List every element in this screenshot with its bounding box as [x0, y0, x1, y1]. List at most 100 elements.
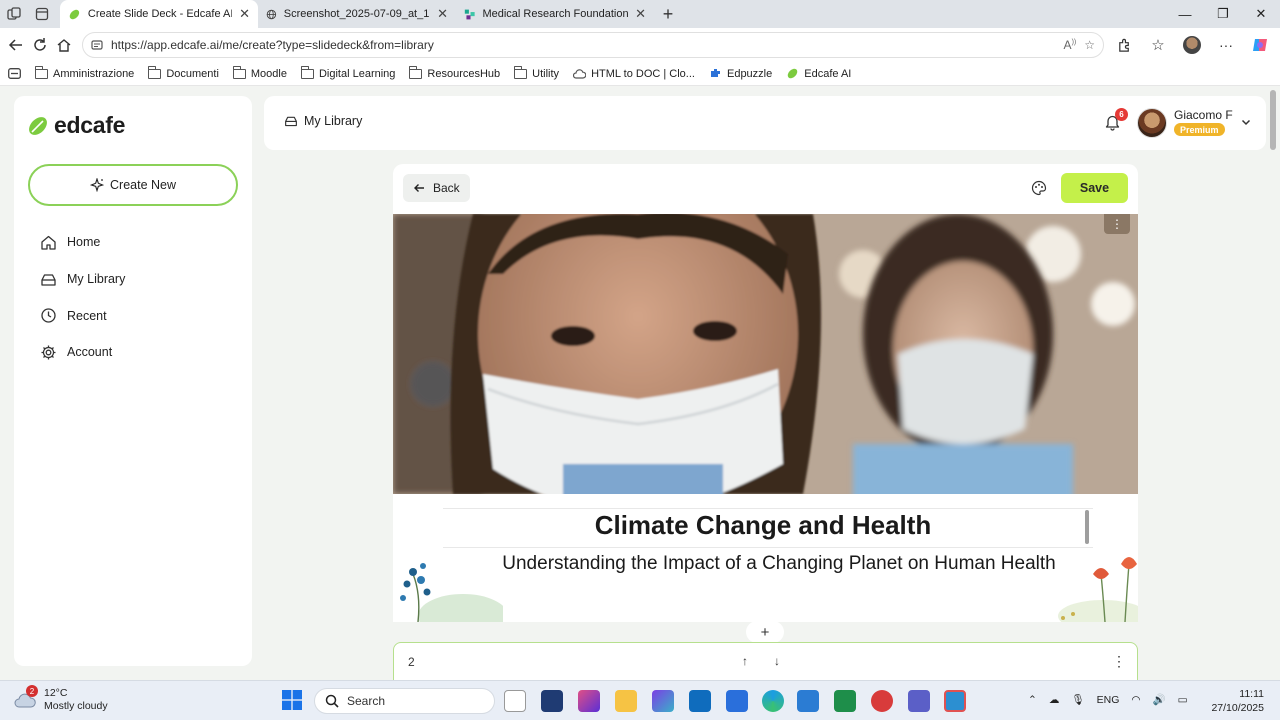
language-indicator[interactable]: ENG	[1097, 694, 1120, 706]
close-tab-icon[interactable]: ✕	[437, 6, 448, 22]
sidebar-item-home[interactable]: Home	[40, 224, 125, 261]
bookmark-resourceshub[interactable]: ResourcesHub	[409, 65, 500, 80]
windows-start-icon[interactable]	[282, 690, 302, 710]
reading-list-icon[interactable]	[8, 68, 21, 79]
edcafe-favicon-icon	[69, 9, 80, 19]
sidebar-item-account[interactable]: Account	[40, 334, 125, 371]
refresh-icon[interactable]	[28, 30, 52, 60]
url-field[interactable]: https://app.edcafe.ai/me/create?type=sli…	[82, 32, 1104, 58]
active-app-icon[interactable]	[944, 690, 966, 712]
title-box-border	[443, 508, 1093, 509]
close-tab-icon[interactable]: ✕	[635, 6, 646, 22]
site-info-icon[interactable]	[91, 39, 103, 51]
copilot-icon[interactable]	[1244, 30, 1276, 60]
copilot-app-icon[interactable]	[578, 690, 600, 712]
excel-icon[interactable]	[834, 690, 856, 712]
close-tab-icon[interactable]: ✕	[239, 6, 250, 22]
user-avatar[interactable]	[1137, 108, 1167, 138]
profile-avatar-icon[interactable]	[1176, 30, 1208, 60]
edpuzzle-icon	[710, 69, 720, 77]
bookmark-html-to-doc[interactable]: HTML to DOC | Clo...	[573, 68, 695, 80]
wifi-icon[interactable]: ◠	[1131, 694, 1140, 706]
new-tab-icon[interactable]: +	[654, 0, 682, 28]
create-new-button[interactable]: Create New	[28, 164, 238, 206]
bookmark-label: Digital Learning	[318, 67, 396, 80]
teams-settings-icon[interactable]	[726, 690, 748, 712]
workspaces-icon[interactable]	[0, 0, 28, 28]
slide-options-icon[interactable]: ⋮	[1104, 214, 1130, 234]
outlook-icon[interactable]	[689, 690, 711, 712]
onedrive-icon[interactable]: ☁	[1049, 694, 1060, 706]
weather-widget[interactable]: 2 12°C Mostly cloudy	[14, 685, 108, 713]
sidebar-item-label: My Library	[67, 272, 126, 287]
slide-1[interactable]: ⋮ Climate Change and Health Understandin…	[393, 214, 1138, 622]
bookmarks-bar: Amministrazione Documenti Moodle Digital…	[0, 62, 1280, 86]
favorites-icon[interactable]: ☆	[1142, 30, 1174, 60]
move-up-icon[interactable]: ↑	[742, 654, 748, 668]
slide-title[interactable]: Climate Change and Health	[393, 510, 1133, 541]
sidebar-item-label: Recent	[67, 308, 107, 323]
search-placeholder: Search	[347, 694, 386, 708]
breadcrumb[interactable]: My Library	[284, 114, 362, 128]
tab-create-slide-deck[interactable]: Create Slide Deck - Edcafe AI ✕	[60, 0, 258, 28]
sidebar-item-recent[interactable]: Recent	[40, 297, 125, 334]
tab-screenshot[interactable]: Screenshot_2025-07-09_at_17.18.4 ✕	[258, 0, 456, 28]
tab-medical-research[interactable]: Medical Research Foundation | Cl ✕	[456, 0, 654, 28]
battery-icon[interactable]: ▭	[1178, 694, 1188, 706]
taskbar-search[interactable]: Search	[314, 688, 495, 714]
acrobat-icon[interactable]	[871, 690, 893, 712]
top-header: My Library 6 Giacomo F Premium	[264, 96, 1266, 150]
file-explorer-icon[interactable]	[615, 690, 637, 712]
minimize-icon[interactable]: —	[1166, 0, 1204, 28]
edcafe-logo[interactable]: edcafe	[26, 112, 125, 139]
chevron-up-icon[interactable]: ⌃	[1028, 694, 1037, 706]
back-button[interactable]: Back	[403, 174, 470, 202]
favorite-star-icon[interactable]: ☆	[1084, 38, 1095, 52]
slide-2[interactable]: 2 ↑ ↓ ⋮	[393, 642, 1138, 682]
bookmark-utility[interactable]: Utility	[514, 65, 559, 80]
teams-icon[interactable]	[908, 690, 930, 712]
back-nav-icon[interactable]	[4, 30, 28, 60]
bookmark-moodle[interactable]: Moodle	[232, 65, 287, 80]
add-slide-icon[interactable]: +	[746, 621, 784, 643]
slide-subtitle[interactable]: Understanding the Impact of a Changing P…	[393, 553, 1138, 575]
tab-title: Screenshot_2025-07-09_at_17.18.4	[283, 8, 430, 20]
editor-toolbar: Back Save	[393, 164, 1138, 214]
palette-icon[interactable]	[1031, 180, 1047, 196]
bookmark-label: Edpuzzle	[726, 67, 773, 80]
bookmark-digital-learning[interactable]: Digital Learning	[300, 65, 396, 80]
children-with-masks-photo	[393, 214, 1138, 494]
extensions-icon[interactable]	[1108, 30, 1140, 60]
bookmark-amministrazione[interactable]: Amministrazione	[35, 65, 134, 80]
sparkle-icon	[90, 178, 104, 192]
read-aloud-icon[interactable]: A))	[1064, 38, 1077, 52]
more-menu-icon[interactable]: ···	[1210, 30, 1242, 60]
home-nav-icon[interactable]	[52, 30, 76, 60]
task-view-icon[interactable]	[504, 690, 526, 712]
tab-actions-icon[interactable]	[28, 0, 56, 28]
save-button[interactable]: Save	[1061, 173, 1128, 203]
move-down-icon[interactable]: ↓	[774, 654, 780, 668]
bookmark-edpuzzle[interactable]: Edpuzzle	[709, 67, 772, 80]
maximize-icon[interactable]: ❐	[1204, 0, 1242, 28]
word-icon[interactable]	[797, 690, 819, 712]
bookmark-documenti[interactable]: Documenti	[148, 65, 219, 80]
slide-options-icon[interactable]: ⋮	[1112, 653, 1126, 670]
text-box-resize-handle[interactable]	[1085, 510, 1089, 544]
sidebar-item-label: Account	[67, 345, 113, 360]
microphone-icon[interactable]: 🎙	[1071, 693, 1084, 706]
windows-taskbar: 2 12°C Mostly cloudy Search ⌃ ☁ 🎙 ENG ◠ …	[0, 680, 1280, 720]
store-app-icon[interactable]	[541, 690, 563, 712]
volume-icon[interactable]: 🔊	[1153, 693, 1166, 706]
taskbar-clock[interactable]: 11:11 27/10/2025	[1208, 687, 1264, 715]
bookmark-edcafe-ai[interactable]: Edcafe AI	[786, 67, 851, 80]
back-label: Back	[433, 181, 460, 195]
search-icon	[325, 694, 339, 708]
clipchamp-icon[interactable]	[652, 690, 674, 712]
sidebar-item-my-library[interactable]: My Library	[40, 261, 125, 298]
page-scrollbar[interactable]	[1270, 90, 1276, 150]
title-box-border	[443, 547, 1093, 548]
edge-browser-icon[interactable]	[762, 690, 784, 712]
chevron-down-icon[interactable]	[1240, 116, 1252, 128]
close-window-icon[interactable]: ✕	[1242, 0, 1280, 28]
